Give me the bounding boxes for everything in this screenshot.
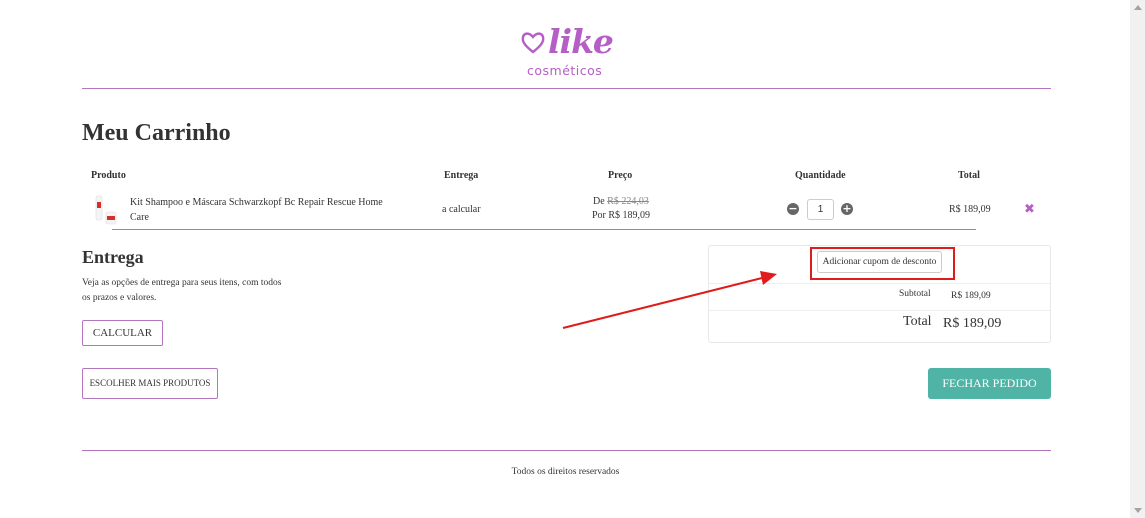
- page-title: Meu Carrinho: [82, 120, 231, 146]
- remove-item-icon[interactable]: ✖: [1024, 202, 1035, 217]
- logo-wordmark: like: [548, 22, 614, 61]
- footer-copyright: Todos os direitos reservados: [511, 467, 620, 477]
- product-name-link[interactable]: Kit Shampoo e Máscara Schwarzkopf Bc Rep…: [130, 195, 390, 225]
- price-from: De R$ 224,03: [593, 196, 649, 207]
- scroll-down-arrow-icon[interactable]: [1134, 508, 1142, 513]
- shipping-description: Veja as opções de entrega para seus iten…: [82, 278, 282, 303]
- quantity-input[interactable]: 1: [807, 199, 834, 220]
- scroll-up-arrow-icon[interactable]: [1134, 5, 1142, 10]
- vertical-scrollbar[interactable]: [1130, 0, 1145, 518]
- subtotal-value: R$ 189,09: [951, 291, 991, 301]
- summary-divider: [709, 310, 1050, 311]
- price-from-label: De: [593, 196, 605, 207]
- column-header-total: Total: [958, 170, 980, 181]
- total-value: R$ 189,09: [943, 316, 1002, 331]
- site-logo[interactable]: like cosméticos: [520, 22, 616, 80]
- checkout-button[interactable]: FECHAR PEDIDO: [928, 368, 1051, 399]
- column-header-delivery: Entrega: [444, 170, 479, 181]
- choose-more-products-button[interactable]: ESCOLHER MAIS PRODUTOS: [82, 368, 218, 399]
- header-divider: [82, 88, 1051, 89]
- decrease-quantity-icon[interactable]: −: [787, 203, 799, 215]
- calculate-shipping-button[interactable]: CALCULAR: [82, 320, 163, 346]
- column-header-quantity: Quantidade: [795, 170, 846, 181]
- product-image[interactable]: [94, 194, 118, 226]
- total-label: Total: [903, 314, 932, 329]
- row-total: R$ 189,09: [949, 204, 991, 215]
- shipping-title: Entrega: [82, 247, 144, 267]
- logo-tagline: cosméticos: [527, 63, 603, 78]
- annotation-highlight-box: [810, 247, 955, 280]
- column-header-product: Produto: [91, 170, 126, 181]
- row-divider: [112, 229, 976, 230]
- footer-divider: [82, 450, 1051, 451]
- delivery-status: a calcular: [442, 204, 481, 215]
- subtotal-label: Subtotal: [899, 289, 931, 299]
- column-header-price: Preço: [608, 170, 633, 181]
- summary-divider: [709, 283, 1050, 284]
- sale-price: Por R$ 189,09: [592, 210, 651, 221]
- heart-icon: [521, 32, 545, 54]
- original-price: R$ 224,03: [607, 196, 649, 207]
- increase-quantity-icon[interactable]: +: [841, 203, 853, 215]
